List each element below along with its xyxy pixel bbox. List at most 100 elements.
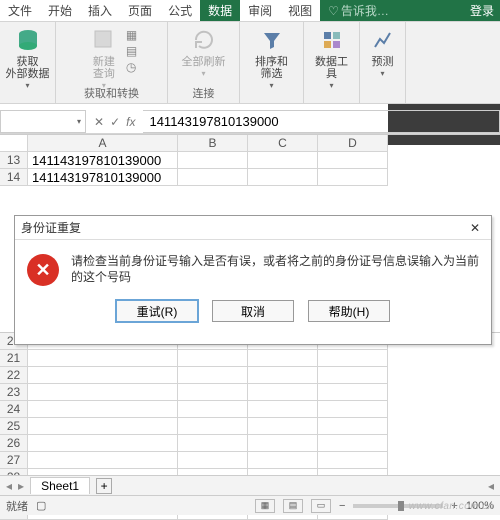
dialog-titlebar[interactable]: 身份证重复 ✕ [15,216,491,240]
row-header[interactable]: 26 [0,435,28,452]
row-header[interactable]: 23 [0,384,28,401]
cell[interactable] [178,435,248,452]
cell[interactable] [318,367,388,384]
normal-view-button[interactable]: ▦ [255,499,275,513]
help-button[interactable]: 帮助(H) [308,300,390,322]
cell[interactable] [248,384,318,401]
enter-icon[interactable]: ✓ [110,115,120,129]
row-header[interactable]: 21 [0,350,28,367]
row-header[interactable]: 25 [0,418,28,435]
page-layout-button[interactable]: ▤ [283,499,303,513]
cell[interactable] [28,452,178,469]
cell[interactable] [178,418,248,435]
tab-insert[interactable]: 插入 [80,0,120,21]
cell[interactable] [248,418,318,435]
refresh-icon [190,26,218,54]
forecast-button[interactable]: 预测 ▾ [365,24,401,81]
cell[interactable]: 141143197810139000 [28,169,178,186]
data-tools-button[interactable]: 数据工具 ▾ [310,24,353,93]
cell[interactable] [178,367,248,384]
zoom-out-button[interactable]: − [339,500,345,512]
tab-formula[interactable]: 公式 [160,0,200,21]
fx-icon[interactable]: fx [126,115,135,129]
col-header[interactable]: C [248,135,318,152]
col-header[interactable]: A [28,135,178,152]
cell[interactable] [248,169,318,186]
sort-filter-button[interactable]: 排序和筛选 ▾ [246,24,297,93]
sheet-tab-bar: ◂ ▸ Sheet1 + ◂ [0,475,500,495]
cell[interactable] [318,152,388,169]
database-icon [14,26,42,54]
show-queries-icon[interactable]: ▦ [126,28,137,42]
get-external-data-button[interactable]: 获取 外部数据 ▾ [2,24,54,93]
cell[interactable] [178,152,248,169]
prev-sheet-icon[interactable]: ◂ [6,479,12,493]
cell[interactable] [248,401,318,418]
cell[interactable] [248,350,318,367]
cell[interactable] [28,418,178,435]
cell[interactable] [248,435,318,452]
cell[interactable] [318,418,388,435]
dialog-title: 身份证重复 [21,219,81,236]
cell[interactable] [178,452,248,469]
cell[interactable]: 141143197810139000 [28,152,178,169]
cell[interactable] [318,452,388,469]
select-all-corner[interactable] [0,135,28,152]
cancel-button[interactable]: 取消 [212,300,294,322]
worksheet-grid[interactable]: A B C D 13 141143197810139000 14 1411431… [0,134,500,186]
tab-home[interactable]: 开始 [40,0,80,21]
cell[interactable] [318,401,388,418]
cell[interactable] [28,350,178,367]
cell[interactable] [178,384,248,401]
col-header[interactable]: D [318,135,388,152]
sheet-tab[interactable]: Sheet1 [30,477,90,494]
recent-icon[interactable]: ◷ [126,60,137,74]
cell[interactable] [28,384,178,401]
group-label: 连接 [168,85,239,101]
cell[interactable] [318,384,388,401]
cell[interactable] [318,435,388,452]
record-macro-icon[interactable]: ▢ [36,499,46,512]
cell[interactable] [28,367,178,384]
col-header[interactable]: B [178,135,248,152]
row-header[interactable]: 22 [0,367,28,384]
table-icon[interactable]: ▤ [126,44,137,58]
tab-view[interactable]: 视图 [280,0,320,21]
page-break-button[interactable]: ▭ [311,499,331,513]
row-header[interactable]: 14 [0,169,28,186]
row-header[interactable]: 13 [0,152,28,169]
query-icon [90,26,118,54]
scroll-left-icon[interactable]: ◂ [488,479,494,493]
group-label: 获取和转换 [56,85,167,101]
add-sheet-button[interactable]: + [96,478,112,494]
tab-data[interactable]: 数据 [200,0,240,21]
formula-input[interactable]: 141143197810139000 [143,110,500,133]
chevron-down-icon: ▾ [380,70,384,79]
cell[interactable] [178,350,248,367]
row-header[interactable]: 27 [0,452,28,469]
tab-page[interactable]: 页面 [120,0,160,21]
lightbulb-icon: ♡ [328,4,339,18]
new-query-button[interactable]: 新建 查询 ▾ [86,24,122,93]
row-header[interactable]: 24 [0,401,28,418]
cell[interactable] [318,169,388,186]
ribbon: 获取 外部数据 ▾ 新建 查询 ▾ ▦ ▤ ◷ 获取和转换 全部 [0,22,500,104]
cell[interactable] [248,452,318,469]
tab-review[interactable]: 审阅 [240,0,280,21]
cell[interactable] [28,401,178,418]
cell[interactable] [28,435,178,452]
refresh-all-button[interactable]: 全部刷新 ▾ [178,24,230,81]
cell[interactable] [318,350,388,367]
cancel-icon[interactable]: ✕ [94,115,104,129]
tab-file[interactable]: 文件 [0,0,40,21]
cell[interactable] [248,152,318,169]
next-sheet-icon[interactable]: ▸ [18,479,24,493]
tell-me[interactable]: ♡ 告诉我… [320,0,397,22]
login-link[interactable]: 登录 [470,2,500,19]
cell[interactable] [178,401,248,418]
name-box[interactable]: ▾ [0,110,86,133]
close-icon[interactable]: ✕ [465,221,485,235]
cell[interactable] [248,367,318,384]
retry-button[interactable]: 重试(R) [116,300,198,322]
cell[interactable] [178,169,248,186]
